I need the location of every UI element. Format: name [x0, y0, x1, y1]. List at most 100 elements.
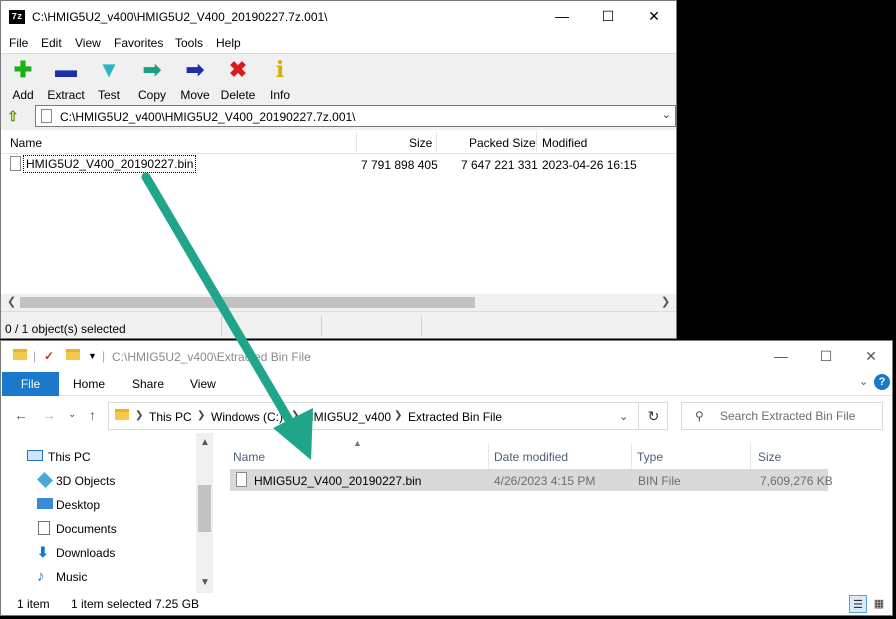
7zip-window-title: C:\HMIG5U2_v400\HMIG5U2_V400_20190227.7z… [32, 10, 328, 24]
7zip-address-row: ⇧ C:\HMIG5U2_v400\HMIG5U2_V400_20190227.… [1, 103, 676, 130]
column-packed-size[interactable]: Packed Size [469, 136, 536, 150]
up-arrow-icon[interactable]: ↑ [89, 407, 96, 423]
selection-status: 0 / 1 object(s) selected [5, 322, 126, 336]
move-button[interactable]: ➡ Move [173, 58, 217, 103]
close-button[interactable]: ✕ [631, 1, 677, 32]
menu-edit[interactable]: Edit [41, 36, 62, 50]
chevron-down-icon[interactable]: ⌄ [662, 108, 671, 121]
explorer-window: | ✓ ▼ | C:\HMIG5U2_v400\Extracted Bin Fi… [0, 340, 893, 616]
column-date-modified[interactable]: Date modified [494, 450, 568, 464]
chevron-down-icon[interactable]: ⌄ [859, 375, 868, 388]
7zip-toolbar: ✚ Add ▬ Extract ▼ Test ➡ Copy ➡ Move ✖ D… [1, 53, 676, 103]
explorer-titlebar[interactable]: | ✓ ▼ | C:\HMIG5U2_v400\Extracted Bin Fi… [1, 341, 892, 371]
large-icons-view-icon[interactable]: ▦ [870, 595, 888, 613]
tab-share[interactable]: Share [132, 377, 164, 391]
horizontal-scrollbar[interactable]: ❮ ❯ [1, 294, 676, 311]
tab-home[interactable]: Home [73, 377, 105, 391]
column-type[interactable]: Type [637, 450, 663, 464]
table-row[interactable]: HMIG5U2_V400_20190227.bin 7 791 898 405 … [1, 154, 676, 174]
forward-arrow-icon[interactable]: → [42, 407, 56, 423]
menu-help[interactable]: Help [216, 36, 241, 50]
delete-button[interactable]: ✖ Delete [216, 57, 260, 103]
menu-view[interactable]: View [75, 36, 101, 50]
close-button[interactable]: ✕ [848, 341, 894, 371]
file-modified: 2023-04-26 16:15 [542, 158, 637, 172]
details-view-icon[interactable]: ☰ [849, 595, 867, 613]
chevron-down-icon[interactable]: ⌄ [619, 410, 628, 423]
new-folder-icon[interactable] [66, 349, 80, 363]
navigation-pane: This PC 3D Objects Desktop Documents ⬇ D… [1, 433, 213, 593]
table-row[interactable]: HMIG5U2_V400_20190227.bin 4/26/2023 4:15… [230, 469, 833, 491]
file-name[interactable]: HMIG5U2_V400_20190227.bin [254, 474, 421, 488]
documents-icon [38, 521, 50, 535]
recent-locations-icon[interactable]: ⌄ [68, 409, 76, 420]
breadcrumb-current[interactable]: Extracted Bin File [408, 410, 502, 424]
chevron-right-icon[interactable]: ❯ [291, 410, 299, 421]
copy-button[interactable]: ➡ Copy [130, 58, 174, 103]
maximize-button[interactable]: ☐ [585, 1, 631, 32]
info-button[interactable]: i Info [258, 58, 302, 102]
7zip-list-header: Name Size Packed Size Modified [1, 130, 676, 154]
chevron-right-icon[interactable]: ❯ [394, 410, 402, 421]
column-size[interactable]: Size [758, 450, 781, 464]
column-name[interactable]: Name [233, 450, 265, 464]
music-note-icon: ♪ [37, 568, 45, 585]
help-icon[interactable]: ? [874, 374, 890, 390]
file-icon [10, 156, 21, 171]
7zip-statusbar: 0 / 1 object(s) selected [1, 311, 676, 338]
7zip-titlebar[interactable]: 7z C:\HMIG5U2_v400\HMIG5U2_V400_20190227… [1, 1, 676, 32]
chevron-right-icon[interactable]: ❯ [135, 410, 143, 421]
properties-icon[interactable]: ✓ [44, 349, 54, 363]
explorer-statusbar: 1 item 1 item selected 7.25 GB ☰ ▦ [1, 593, 892, 615]
maximize-button[interactable]: ☐ [803, 341, 849, 371]
breadcrumb[interactable]: ❯ This PC ❯ Windows (C:) ❯ HMIG5U2_v400 … [108, 402, 668, 430]
nav-item-3d-objects[interactable]: 3D Objects [1, 470, 196, 492]
column-name[interactable]: Name [10, 136, 42, 150]
column-modified[interactable]: Modified [542, 136, 587, 150]
file-size: 7 791 898 405 [361, 158, 438, 172]
test-button[interactable]: ▼ Test [87, 58, 131, 103]
nav-item-documents[interactable]: Documents [1, 518, 196, 540]
computer-icon [27, 450, 43, 461]
extract-button[interactable]: ▬ Extract [44, 57, 88, 103]
tab-file[interactable]: File [2, 372, 59, 396]
info-icon: i [275, 57, 285, 83]
x-icon: ✖ [228, 57, 248, 82]
7zip-address-box[interactable]: C:\HMIG5U2_v400\HMIG5U2_V400_20190227.7z… [35, 105, 676, 127]
folder-up-icon[interactable]: ⇧ [7, 108, 23, 124]
file-icon [236, 472, 247, 487]
scroll-down-icon[interactable]: ▼ [200, 577, 210, 588]
scroll-left-icon[interactable]: ❮ [7, 295, 16, 308]
nav-vertical-scrollbar[interactable]: ▲ ▼ [196, 433, 213, 593]
cube-icon [37, 472, 53, 488]
chevron-right-icon[interactable]: ❯ [197, 410, 205, 421]
file-name[interactable]: HMIG5U2_V400_20190227.bin [23, 155, 197, 173]
column-size[interactable]: Size [409, 136, 432, 150]
scrollbar-thumb[interactable] [20, 297, 475, 308]
menu-tools[interactable]: Tools [175, 36, 203, 50]
minimize-button[interactable]: — [758, 341, 804, 371]
breadcrumb-this-pc[interactable]: This PC [149, 410, 192, 424]
nav-item-music[interactable]: ♪ Music [1, 566, 196, 588]
scrollbar-thumb[interactable] [198, 485, 211, 532]
scroll-right-icon[interactable]: ❯ [661, 295, 670, 308]
back-arrow-icon[interactable]: ← [14, 407, 28, 423]
minus-icon: ▬ [55, 57, 77, 82]
scroll-up-icon[interactable]: ▲ [200, 437, 210, 448]
nav-item-this-pc[interactable]: This PC [1, 446, 196, 468]
search-box[interactable]: ⚲ [681, 402, 883, 430]
menu-file[interactable]: File [9, 36, 28, 50]
add-button[interactable]: ✚ Add [1, 58, 45, 103]
menu-favorites[interactable]: Favorites [114, 36, 163, 50]
7zip-menubar: File Edit View Favorites Tools Help [1, 32, 676, 53]
nav-item-downloads[interactable]: ⬇ Downloads [1, 542, 196, 564]
customize-quick-access-icon[interactable]: ▼ [88, 351, 97, 361]
tab-view[interactable]: View [190, 377, 216, 391]
search-input[interactable] [720, 408, 878, 424]
breadcrumb-folder[interactable]: HMIG5U2_v400 [305, 410, 391, 424]
search-icon: ⚲ [695, 409, 704, 423]
minimize-button[interactable]: — [539, 1, 585, 32]
refresh-button[interactable]: ↻ [638, 402, 668, 430]
nav-item-desktop[interactable]: Desktop [1, 494, 196, 516]
breadcrumb-drive[interactable]: Windows (C:) [211, 410, 283, 424]
